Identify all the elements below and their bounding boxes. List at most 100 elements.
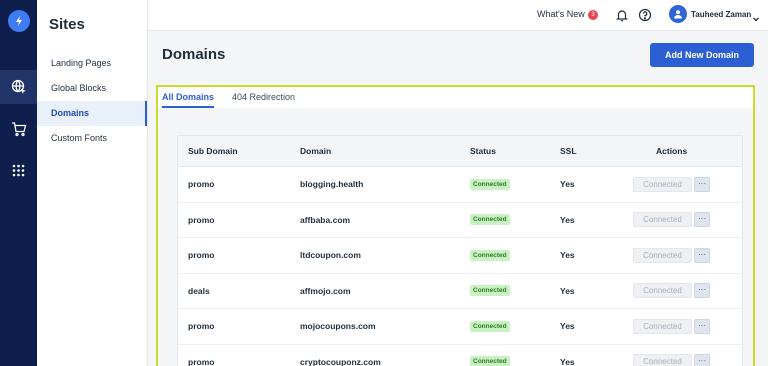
column-header-status: Status — [470, 146, 496, 156]
ssl-text: Yes — [560, 179, 575, 190]
column-header-domain: Domain — [300, 146, 332, 156]
row-actions: Connected ··· — [633, 274, 710, 309]
domains-panel: All Domains 404 Redirection Sub Domain D… — [156, 85, 755, 366]
connected-button[interactable]: Connected — [633, 176, 692, 192]
ssl-text: Yes — [560, 356, 575, 366]
ssl-text: Yes — [560, 250, 575, 261]
more-actions-button[interactable]: ··· — [694, 283, 710, 299]
column-header-actions: Actions — [656, 146, 688, 156]
add-new-domain-button[interactable]: Add New Domain — [650, 43, 754, 67]
row-status: Connected — [470, 203, 510, 238]
whats-new-count-badge: 3 — [588, 10, 598, 20]
more-actions-button[interactable]: ··· — [694, 354, 710, 366]
table-row: promo mojocoupons.com Connected Yes Connecte… — [178, 309, 742, 345]
status-badge: Connected — [470, 214, 510, 226]
bell-icon[interactable] — [615, 8, 629, 22]
row-domain: cryptocouponz.com — [300, 345, 381, 366]
table-header: Sub Domain Domain Status SSL Actions — [178, 136, 742, 167]
domain-text: blogging.health — [300, 179, 364, 190]
row-actions: Connected ··· — [633, 309, 710, 344]
chevron-down-icon[interactable] — [752, 10, 760, 28]
tab-404-redirection[interactable]: 404 Redirection — [232, 92, 295, 102]
row-ssl: Yes — [560, 274, 575, 309]
sub-domain-text: promo — [188, 356, 215, 366]
connected-button[interactable]: Connected — [633, 212, 692, 228]
app-rail — [0, 0, 37, 366]
row-sub-domain: promo — [188, 167, 214, 202]
domain-text: cryptocouponz.com — [300, 356, 381, 366]
tab-all-domains[interactable]: All Domains — [162, 92, 215, 108]
table-row: promo ltdcoupon.com Connected Yes Connected ·… — [178, 238, 742, 274]
apps-grid-icon[interactable] — [0, 153, 37, 187]
row-actions: Connected ··· — [633, 167, 710, 202]
row-ssl: Yes — [560, 309, 575, 344]
more-actions-button[interactable]: ··· — [694, 318, 710, 334]
table-row: promo blogging.health Connected Yes Connecte… — [178, 167, 742, 203]
sub-domain-text: promo — [188, 179, 215, 190]
table-row: promo cryptocouponz.com Connected Yes Connec… — [178, 345, 742, 366]
avatar[interactable] — [669, 5, 687, 23]
sidebar-title: Sites — [49, 16, 85, 33]
sub-domain-text: deals — [188, 285, 210, 296]
row-sub-domain: deals — [188, 274, 210, 309]
user-name[interactable]: Tauheed Zaman — [691, 10, 751, 19]
more-actions-button[interactable]: ··· — [694, 247, 710, 263]
row-actions: Connected ··· — [633, 345, 710, 366]
sites-sidebar: Sites Landing Pages Global Blocks Domain… — [37, 0, 148, 366]
status-badge: Connected — [470, 249, 510, 261]
row-domain: affmojo.com — [300, 274, 351, 309]
table-row: deals affmojo.com Connected Yes Connected ··· — [178, 274, 742, 309]
sidebar-item-global-blocks[interactable]: Global Blocks — [37, 76, 147, 101]
sub-domain-text: promo — [188, 321, 215, 332]
row-ssl: Yes — [560, 238, 575, 273]
row-domain: affbaba.com — [300, 203, 350, 238]
cart-icon[interactable] — [0, 112, 37, 146]
domain-text: affmojo.com — [300, 285, 351, 296]
connected-button[interactable]: Connected — [633, 318, 692, 334]
sidebar-item-landing-pages[interactable]: Landing Pages — [37, 51, 147, 76]
connected-button[interactable]: Connected — [633, 283, 692, 299]
ssl-text: Yes — [560, 321, 575, 332]
row-ssl: Yes — [560, 167, 575, 202]
page-title: Domains — [162, 46, 226, 63]
status-badge: Connected — [470, 356, 510, 366]
domain-text: ltdcoupon.com — [300, 250, 361, 261]
row-actions: Connected ··· — [633, 203, 710, 238]
whats-new-link[interactable]: What's New — [537, 9, 585, 19]
column-header-ssl: SSL — [560, 146, 577, 156]
help-icon[interactable] — [638, 8, 652, 22]
row-domain: ltdcoupon.com — [300, 238, 361, 273]
status-badge: Connected — [470, 178, 510, 190]
row-sub-domain: promo — [188, 345, 214, 366]
table-row: promo affbaba.com Connected Yes Connected ··· — [178, 203, 742, 238]
domain-tabs: All Domains 404 Redirection — [158, 87, 753, 108]
row-sub-domain: promo — [188, 238, 214, 273]
sidebar-item-custom-fonts[interactable]: Custom Fonts — [37, 126, 147, 151]
connected-button[interactable]: Connected — [633, 354, 692, 366]
more-actions-button[interactable]: ··· — [694, 176, 710, 192]
column-header-sub-domain: Sub Domain — [188, 146, 238, 156]
ssl-text: Yes — [560, 214, 575, 225]
row-actions: Connected ··· — [633, 238, 710, 273]
row-status: Connected — [470, 345, 510, 366]
sub-domain-text: promo — [188, 214, 215, 225]
domains-table: Sub Domain Domain Status SSL Actions pro… — [177, 135, 743, 366]
domain-text: affbaba.com — [300, 214, 351, 225]
more-actions-button[interactable]: ··· — [694, 212, 710, 228]
row-ssl: Yes — [560, 203, 575, 238]
row-domain: blogging.health — [300, 167, 363, 202]
row-domain: mojocoupons.com — [300, 309, 376, 344]
row-sub-domain: promo — [188, 203, 214, 238]
top-header: What's New 3 Tauheed Zaman — [148, 0, 768, 31]
status-badge: Connected — [470, 320, 510, 332]
row-status: Connected — [470, 274, 510, 309]
ssl-text: Yes — [560, 285, 575, 296]
globe-cursor-icon[interactable] — [0, 70, 37, 104]
row-sub-domain: promo — [188, 309, 214, 344]
sub-domain-text: promo — [188, 250, 215, 261]
bolt-logo-icon[interactable] — [8, 10, 30, 32]
row-status: Connected — [470, 238, 510, 273]
sidebar-item-domains[interactable]: Domains — [37, 101, 147, 126]
domain-text: mojocoupons.com — [300, 321, 376, 332]
connected-button[interactable]: Connected — [633, 247, 692, 263]
